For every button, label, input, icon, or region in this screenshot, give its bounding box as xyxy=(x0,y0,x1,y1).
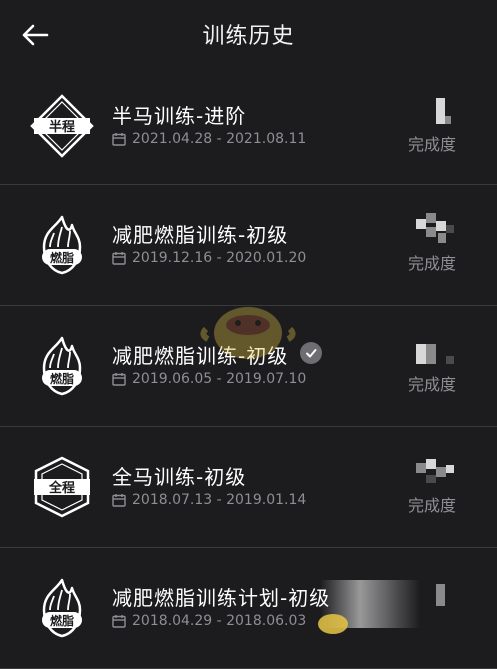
date-text: 2019.06.05 - 2019.07.10 xyxy=(132,371,307,387)
calendar-icon xyxy=(112,615,126,628)
date-text: 2021.04.28 - 2021.08.11 xyxy=(132,131,307,147)
date-text: 2018.07.13 - 2019.01.14 xyxy=(132,492,307,508)
list-item[interactable]: 燃脂 减肥燃脂训练-初级 2019.06.05 - 2019.07.10 完成度 xyxy=(0,306,497,427)
badge-label: 全程 xyxy=(48,480,75,496)
training-history-list: 半程 半马训练-进阶 2021.04.28 - 2021.08.11 完成度 燃… xyxy=(0,66,497,669)
date-text: 2019.12.16 - 2020.01.20 xyxy=(132,250,307,266)
progress-label: 完成度 xyxy=(408,496,457,515)
date-range: 2018.04.29 - 2018.06.03 xyxy=(112,613,306,629)
full-marathon-badge-icon: 全程 xyxy=(30,455,94,519)
badge-label: 燃脂 xyxy=(50,613,74,628)
date-range: 2021.04.28 - 2021.08.11 xyxy=(112,131,306,147)
progress-value-pixelated xyxy=(412,213,462,243)
progress: 完成度 xyxy=(408,455,468,515)
fat-burn-flame-badge-icon: 燃脂 xyxy=(30,213,94,277)
plan-title: 全马训练-初级 xyxy=(112,465,247,489)
progress-value-pixelated xyxy=(412,455,462,485)
progress-value-pixelated xyxy=(412,94,462,124)
calendar-icon xyxy=(112,373,126,386)
page-title: 训练历史 xyxy=(202,24,295,49)
list-item[interactable]: 燃脂 减肥燃脂训练计划-初级 2018.04.29 - 2018.06.03 xyxy=(0,548,497,669)
list-item[interactable]: 全程 全马训练-初级 2018.07.13 - 2019.01.14 完成度 xyxy=(0,427,497,548)
progress: 完成度 xyxy=(408,213,468,273)
list-item[interactable]: 半程 半马训练-进阶 2021.04.28 - 2021.08.11 完成度 xyxy=(0,66,497,185)
plan-title: 减肥燃脂训练计划-初级 xyxy=(112,586,331,610)
date-text: 2018.04.29 - 2018.06.03 xyxy=(132,613,307,629)
progress-label: 完成度 xyxy=(408,135,457,154)
progress-label: 完成度 xyxy=(408,254,457,273)
date-range: 2019.12.16 - 2020.01.20 xyxy=(112,250,306,266)
badge-label: 燃脂 xyxy=(50,371,74,386)
calendar-icon xyxy=(112,252,126,265)
progress: 完成度 xyxy=(408,334,468,394)
fat-burn-flame-badge-icon: 燃脂 xyxy=(30,334,94,398)
plan-title: 减肥燃脂训练-初级 xyxy=(112,223,289,247)
plan-title: 减肥燃脂训练-初级 xyxy=(112,344,289,368)
progress-value-pixelated xyxy=(412,334,462,364)
calendar-icon xyxy=(112,133,126,146)
date-range: 2019.06.05 - 2019.07.10 xyxy=(112,371,306,387)
progress-label: 完成度 xyxy=(408,375,457,394)
completed-check-icon xyxy=(300,342,322,364)
top-bar: 训练历史 xyxy=(0,0,497,66)
badge-label: 燃脂 xyxy=(50,250,74,265)
progress: 完成度 xyxy=(408,94,468,154)
fat-burn-flame-badge-icon: 燃脂 xyxy=(30,576,94,640)
progress-value-pixelated xyxy=(412,576,462,606)
badge-label: 半程 xyxy=(49,119,75,135)
calendar-icon xyxy=(112,494,126,507)
progress xyxy=(408,576,468,636)
list-item[interactable]: 燃脂 减肥燃脂训练-初级 2019.12.16 - 2020.01.20 完成度 xyxy=(0,185,497,306)
watermark-blob xyxy=(318,614,348,634)
date-range: 2018.07.13 - 2019.01.14 xyxy=(112,492,306,508)
half-marathon-badge-icon: 半程 xyxy=(30,94,94,158)
plan-title: 半马训练-进阶 xyxy=(112,104,247,128)
